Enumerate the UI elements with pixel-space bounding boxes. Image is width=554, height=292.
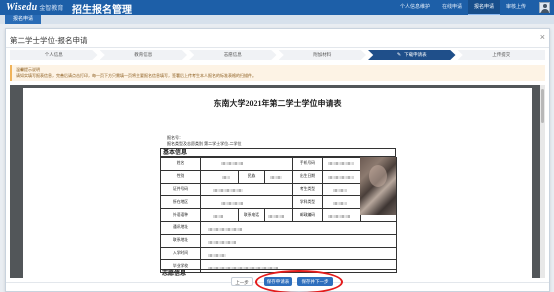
step-attachments[interactable]: 附加材料 [278, 50, 366, 60]
value-region [200, 195, 293, 210]
step-progress: 个人信息 教育信息 志愿信息 附加材料 ✎ 下载申请表 上传提交 [10, 50, 545, 60]
pencil-icon: ✎ [396, 52, 402, 58]
step-preference-info[interactable]: 志愿信息 [189, 50, 277, 60]
avatar-head [543, 4, 547, 8]
registration-category: 报名类型及志愿类别 第二学士学位-二学位 [167, 141, 242, 146]
step-download-form-label: 下载申请表 [404, 52, 427, 57]
notice-banner: 温馨提示说明 请如实填写报表信息，完善后请点击打印，每一页下方只需填一页将主要报… [10, 65, 545, 81]
label-name: 姓名 [160, 157, 201, 171]
registration-modal: 第二学士学位-报名申请 × 个人信息 教育信息 志愿信息 附加材料 ✎ 下载申请表… [5, 28, 550, 292]
label-postcode: 邮政编码 [292, 208, 323, 222]
top-app-bar: Wisedu 金智教育 招生报名管理 个人信息维护 在线申请 报名申请 审核上传 [0, 0, 554, 16]
section-basic-info: 基本信息 [160, 148, 396, 157]
avatar-body [541, 9, 549, 13]
scrollbar-thumb[interactable] [541, 89, 544, 123]
label-id-number: 证件号码 [160, 182, 201, 197]
applicant-photo [360, 157, 396, 215]
redacted-contact-phone [268, 215, 284, 218]
logo-subtext: 金智教育 [39, 6, 64, 12]
redacted-enroll-date [208, 254, 226, 257]
label-birthdate: 出生日期 [292, 169, 323, 184]
step-upload-submit[interactable]: 上传提交 [457, 50, 545, 60]
tab-registration[interactable]: 报名申请 [5, 15, 42, 24]
redacted-language [213, 215, 223, 218]
table-row: 入学时间 [160, 246, 397, 261]
label-candidate-type: 考生类型 [292, 182, 323, 197]
document-title: 东南大学2021年第二学士学位申请表 [213, 99, 342, 108]
nav-item-review-upload[interactable]: 审核上传 [500, 0, 532, 15]
logo-text: Wisedu [6, 2, 38, 13]
document-viewer[interactable]: 东南大学2021年第二学士学位申请表 报名号： 报名类型及志愿类别 第二学士学位… [10, 85, 545, 278]
redacted-birthdate [328, 176, 354, 179]
top-nav: 个人信息维护 在线申请 报名申请 审核上传 [394, 0, 532, 15]
viewer-scrollbar[interactable] [540, 85, 545, 278]
step-personal-info[interactable]: 个人信息 [10, 50, 98, 60]
close-icon[interactable]: × [540, 32, 545, 42]
label-language: 外语语种 [160, 208, 201, 222]
step-education-info[interactable]: 教育信息 [99, 50, 187, 60]
label-region: 所在地区 [160, 195, 201, 210]
modal-divider [6, 47, 549, 48]
sub-tab-bar: 报名申请 [0, 15, 554, 24]
redacted-subject [333, 202, 347, 205]
label-contact-address: 联系地址 [160, 233, 201, 248]
nav-item-profile[interactable]: 个人信息维护 [394, 0, 436, 15]
user-avatar-icon[interactable] [539, 2, 550, 13]
nav-item-online-apply[interactable]: 在线申请 [436, 0, 468, 15]
redacted-candidate-type [333, 189, 347, 192]
redacted-name [221, 162, 243, 165]
redacted-region [221, 202, 243, 205]
redacted-contact-address [208, 241, 236, 244]
highlight-ring [255, 270, 343, 292]
label-contact-phone: 联系电话 [238, 208, 265, 222]
redacted-ethnicity [270, 176, 282, 179]
step-download-form[interactable]: ✎ 下载申请表 [368, 50, 456, 60]
label-gender: 性别 [160, 169, 201, 184]
label-enroll-date: 入学时间 [160, 246, 201, 261]
table-row: 联系地址 [160, 233, 397, 248]
value-name [200, 157, 293, 171]
application-form-page: 东南大学2021年第二学士学位申请表 报名号： 报名类型及志愿类别 第二学士学位… [23, 88, 532, 278]
redacted-postcode [328, 215, 350, 218]
label-ethnicity: 民族 [238, 169, 265, 184]
value-gender [200, 169, 239, 184]
prev-button[interactable]: 上一步 [231, 277, 253, 286]
notice-text: 请如实填写报表信息，完善后请点击打印，每一页下方只需填一页将主要报名信息填写，签… [16, 73, 256, 78]
redacted-id [213, 189, 243, 192]
modal-title: 第二学士学位-报名申请 [10, 36, 88, 45]
redacted-mailing-address [208, 228, 242, 231]
redacted-gender [222, 176, 230, 179]
label-phone: 手机号码 [292, 157, 323, 171]
app-title: 招生报名管理 [72, 5, 132, 16]
brand-logo: Wisedu 金智教育 [6, 2, 63, 13]
label-subject-type: 学科类型 [292, 195, 323, 210]
table-row: 通讯地址 [160, 220, 397, 235]
redacted-phone [328, 162, 354, 165]
nav-item-registration[interactable]: 报名申请 [467, 0, 500, 15]
value-enroll-date [200, 246, 397, 261]
label-mailing-address: 通讯地址 [160, 220, 201, 235]
